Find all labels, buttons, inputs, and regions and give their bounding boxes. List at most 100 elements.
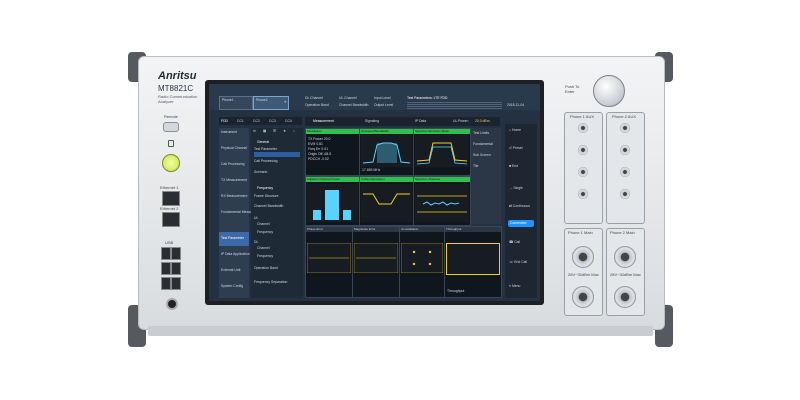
star-icon[interactable]: ★ [283,129,286,133]
tech-tab-cc4[interactable]: CC4 [285,119,292,123]
ethernet-port-1[interactable] [162,191,180,206]
param-frequency-separation[interactable]: Frequency Separation [254,280,287,284]
tile-magnitude-error[interactable]: Magnitude Error [352,226,400,298]
tab-signaling[interactable]: Signaling [365,119,379,123]
search-icon[interactable]: ⌕ [293,129,295,133]
tile-adjacent-channel-power[interactable]: Adjacent Channel Power [305,176,360,226]
aux-connector-l4[interactable] [578,189,588,199]
tech-tab-fdd[interactable]: FDD [221,119,228,123]
tile-constellation[interactable]: Constellation [399,226,445,298]
usb-port-3[interactable] [161,262,171,275]
tile-obw-title: Occupied Bandwidth [360,129,413,134]
aux-connector-r1[interactable] [620,123,630,133]
param-scenario[interactable]: Scenario [254,170,267,174]
tile-modulation[interactable]: Modulation TX Power 20.0 EVM 0.81 Freq E… [305,128,360,176]
menu-button[interactable]: ≡ Menu [509,284,520,288]
headphone-jack[interactable] [166,298,178,310]
main-left-label: Phone 1 Main [568,230,593,235]
tile-spectrum-emission-mask[interactable]: Spectrum Emission Mask [413,128,471,176]
ibe-plot [361,184,412,222]
right-list-fundamental[interactable]: Fundamental [473,142,493,146]
right-list-test-limits[interactable]: Test Limits [473,131,489,135]
param-channel-bandwidth[interactable]: Channel Bandwidth [254,204,283,208]
tile-in-band-emission[interactable]: In-Band Emission [359,176,414,226]
usb-port-4[interactable] [171,262,181,275]
stop-icon: ■ [509,164,512,168]
usb-port-6[interactable] [171,277,181,290]
menu-physical-channel[interactable]: Physical Channel [221,146,247,150]
header-field-channel-bandwidth: Channel Bandwidth [339,103,369,107]
main-connector-r2[interactable] [614,286,636,308]
aux-connector-r2[interactable] [620,145,630,155]
tech-tab-cc1[interactable]: CC1 [237,119,244,123]
tab-measurement[interactable]: Measurement [313,119,334,123]
param-test-parameter-value[interactable] [254,152,300,157]
end-button[interactable]: ■ End [509,164,518,168]
main-connector-l2[interactable] [572,286,594,308]
main-connector-r1[interactable] [614,246,636,268]
call-button[interactable]: ☎ Call [509,240,520,244]
param-ul-frequency[interactable]: Frequency [257,230,273,234]
section-frequency-title[interactable]: Frequency [257,186,273,190]
menu-call-processing[interactable]: Call Processing [221,162,245,166]
param-dl-frequency[interactable]: Frequency [257,254,273,258]
aux-connector-l1[interactable] [578,123,588,133]
param-call-processing[interactable]: Call Processing [254,159,278,163]
ethernet-port-2[interactable] [162,212,180,227]
local-button[interactable] [163,122,179,132]
menu-instrument[interactable]: Instrument [221,130,237,134]
param-ul-channel[interactable]: Channel [257,222,270,226]
param-dl-channel[interactable]: Channel [257,246,270,250]
usb-port-2[interactable] [171,247,181,260]
continuous-button[interactable]: ⇄ Continuous [509,204,530,208]
menu-system-config[interactable]: System Config [221,284,243,288]
aux-connector-r4[interactable] [620,189,630,199]
usb-port-5[interactable] [161,277,171,290]
aux-connector-r3[interactable] [620,167,630,177]
flatness-plot [415,184,469,222]
tab-ip-data[interactable]: IP Data [415,119,426,123]
instrument-base [148,326,653,336]
right-list-tile[interactable]: Tile [473,164,478,168]
obw-spectrum-plot [361,135,412,167]
tech-tab-cc3[interactable]: CC3 [269,119,276,123]
side-button-column: ⌂ Home ↺ Preset ■ End → Single ⇄ Continu… [505,124,537,298]
hangup-icon: ☏ [509,260,514,264]
menu-test-parameter[interactable]: Test Parameter [221,236,244,240]
section-general-title[interactable]: General [257,140,269,144]
tech-tab-bar: FDD CC1 CC2 CC3 CC4 [219,117,302,125]
list-icon[interactable]: ☰ [273,129,276,133]
param-operation-band[interactable]: Operation Band [254,266,278,270]
tech-tab-cc2[interactable]: CC2 [253,119,260,123]
tile-occupied-bandwidth[interactable]: Occupied Bandwidth 17.859 MHz [359,128,414,176]
grid-icon[interactable]: ▦ [263,129,266,133]
main-connector-l1[interactable] [572,246,594,268]
rotary-knob[interactable] [593,75,625,107]
phone2-tab[interactable]: Phone2 ▾ [253,96,289,110]
aux-right-label: Phone 2 AUX [612,114,637,119]
display-screen: Phone1 Phone2 ▾ DL Channel UL Channel In… [209,84,540,301]
tile-phase-error[interactable]: Phase Error [305,226,353,298]
minus-icon[interactable]: ⊖ [253,129,256,133]
constellation-plot [401,243,443,273]
power-button[interactable] [162,154,180,172]
menu-ip-data-application[interactable]: IP Data Application [221,252,250,256]
menu-tx-measurement[interactable]: TX Measurement [221,178,247,182]
aux-connector-l3[interactable] [578,167,588,177]
tile-spectrum-flatness[interactable]: Spectrum Flatness [413,176,471,226]
end-call-button[interactable]: ☏ End Call [509,260,527,264]
home-button[interactable]: ⌂ Home [509,128,521,132]
tile-throughput[interactable]: Throughput Throughput [444,226,502,298]
aux-connector-l2[interactable] [578,145,588,155]
param-test-parameter[interactable]: Test Parameter [254,147,277,151]
right-list-sub-screen[interactable]: Sub Screen [473,153,491,157]
single-button[interactable]: → Single [509,186,523,190]
param-panel: ⊖ ▦ ☰ ★ ⌕ General Test Parameter Call Pr… [251,128,303,298]
phone1-tab[interactable]: Phone1 [219,96,253,110]
usb-port-1[interactable] [161,247,171,260]
preset-button[interactable]: ↺ Preset [509,146,523,150]
menu-rx-measurement[interactable]: RX Measurement [221,194,247,198]
phone-icon: ☎ [509,240,514,244]
param-frame-structure[interactable]: Frame Structure [254,194,279,198]
menu-external-unit[interactable]: External Unit [221,268,240,272]
